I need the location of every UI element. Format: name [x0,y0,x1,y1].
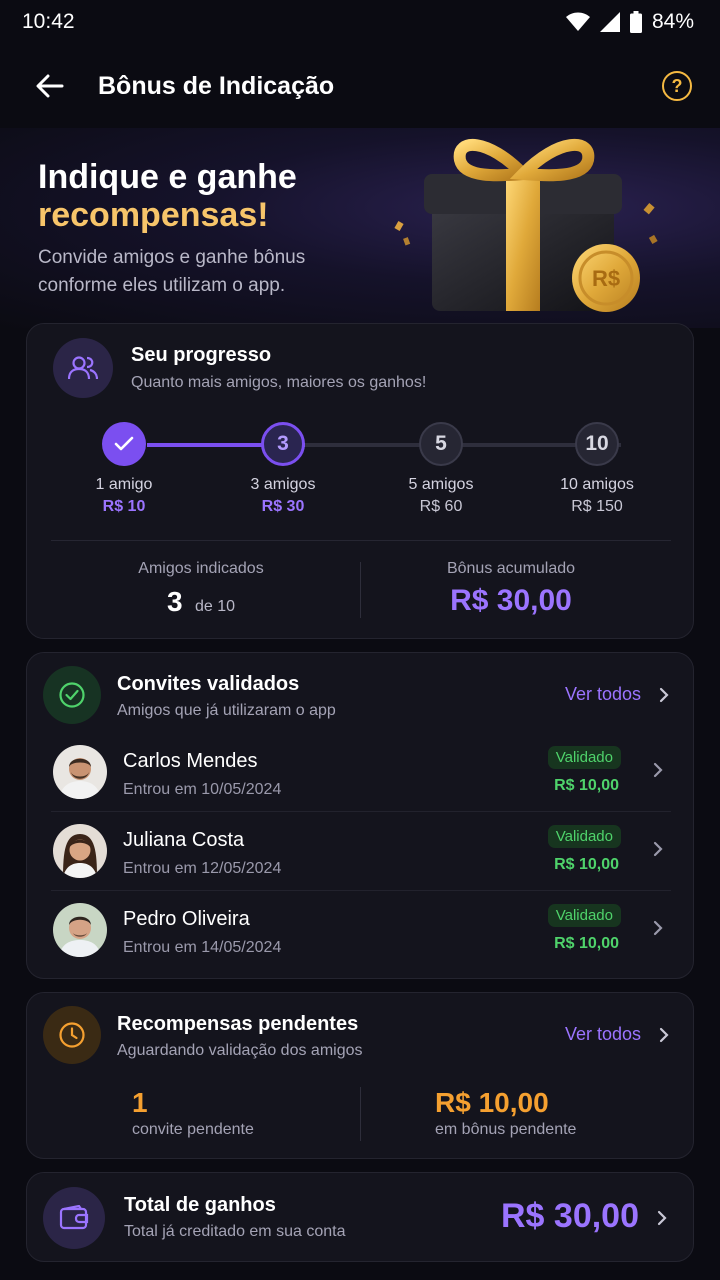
avatar [53,824,107,878]
status-time: 10:42 [22,10,75,33]
status-icons: 84% [565,10,694,34]
pending-amount-label: em bônus pendente [435,1121,577,1138]
avatar [53,903,107,957]
chevron-right-icon [653,762,663,778]
coin-label: R$ [592,266,620,291]
step-reward: R$ 10 [102,498,146,515]
step-node: 10 [575,422,619,466]
page-title: Bônus de Indicação [98,71,335,100]
validated-subtitle: Amigos que já utilizaram o app [117,702,336,719]
gift-box-illustration: R$ [394,138,658,312]
pending-title: Recompensas pendentes [117,1013,359,1035]
step-reward: R$ 60 [419,498,463,515]
bonus-value: R$ 30,00 [450,584,572,617]
total-subtitle: Total já creditado em sua conta [124,1223,346,1240]
battery-icon [629,11,642,33]
friend-reward: R$ 10,00 [554,935,619,952]
step-3: 5 5 amigos R$ 60 [371,422,511,516]
progress-divider [51,540,671,541]
pending-count: 1 [132,1087,148,1118]
step-label: 3 amigos [250,476,316,493]
status-bar: 10:42 84% [0,0,720,44]
users-icon [68,356,98,380]
friends-count: 3 [166,586,183,617]
status-badge: Validado [547,746,621,769]
wifi-icon [565,12,590,31]
chevron-right-icon [653,841,663,857]
see-all-label: Ver todos [564,1024,641,1044]
validated-icon-circle [43,666,101,724]
progress-card: Seu progresso Quanto mais amigos, maiore… [26,323,694,639]
app-bar: Bônus de Indicação ? [0,44,720,128]
total-earnings-card[interactable]: Total de ganhos Total já creditado em su… [26,1172,694,1262]
friend-row[interactable]: Pedro Oliveira Entrou em 14/05/2024 Vali… [51,891,671,970]
clock-icon [59,1022,85,1048]
step-node: 5 [419,422,463,466]
pending-count-label: convite pendente [132,1121,254,1138]
step-1: 1 amigo R$ 10 [54,422,194,516]
friend-name: Carlos Mendes [123,750,258,772]
help-button[interactable]: ? [662,71,692,101]
progress-title: Seu progresso [131,344,272,366]
pending-subtitle: Aguardando validação dos amigos [117,1042,363,1059]
chevron-right-icon [657,1210,667,1226]
step-2: 3 3 amigos R$ 30 [213,422,353,516]
step-label: 1 amigo [95,476,153,493]
validated-title: Convites validados [117,673,300,695]
avatar [53,745,107,799]
friend-join-date: Entrou em 10/05/2024 [123,781,282,798]
hero-title-line2: recompensas! [38,196,269,234]
question-icon: ? [671,75,683,96]
bonus-label: Bônus acumulado [446,560,576,577]
signal-icon [599,12,620,32]
total-title: Total de ganhos [124,1194,276,1216]
status-badge: Validado [547,904,621,927]
pending-divider [360,1087,361,1141]
see-all-label: Ver todos [564,684,641,704]
validated-see-all-link[interactable]: Ver todos [565,684,669,705]
step-reward: R$ 150 [571,498,623,515]
hero-subtitle: Convide amigos e ganhe bônus conforme el… [38,247,306,296]
total-amount: R$ 30,00 [501,1197,639,1235]
chevron-right-icon [659,687,669,702]
arrow-left-icon [36,74,64,98]
friend-name: Pedro Oliveira [123,908,250,930]
friends-total: de 10 [194,598,236,615]
progress-subtitle: Quanto mais amigos, maiores os ganhos! [131,374,427,391]
pending-see-all-link[interactable]: Ver todos [565,1024,669,1045]
friends-label: Amigos indicados [138,560,264,577]
back-button[interactable] [32,68,68,104]
friend-row[interactable]: Juliana Costa Entrou em 12/05/2024 Valid… [51,812,671,891]
hero-banner: Indique e ganhe recompensas! Convide ami… [0,128,720,328]
friend-join-date: Entrou em 14/05/2024 [123,939,282,956]
friend-join-date: Entrou em 12/05/2024 [123,860,282,877]
validated-invites-card: Convites validados Amigos que já utiliza… [26,652,694,979]
hero-title: Indique e ganhe recompensas! [38,158,297,234]
battery-percent: 84% [651,10,694,33]
step-node-done [102,422,146,466]
progress-icon-circle [53,338,113,398]
check-icon [114,436,134,451]
step-label: 5 amigos [408,476,474,493]
wallet-icon-circle [43,1187,105,1249]
friends-count-row: 3 de 10 [51,586,351,618]
friend-row[interactable]: Carlos Mendes Entrou em 10/05/2024 Valid… [51,733,671,812]
chevron-right-icon [659,1027,669,1042]
pending-amount: R$ 10,00 [435,1087,549,1118]
step-reward: R$ 30 [261,498,305,515]
pending-rewards-card: Recompensas pendentes Aguardando validaç… [26,992,694,1159]
wallet-icon [59,1205,89,1230]
progress-steps: 1 amigo R$ 10 3 3 amigos R$ 30 5 5 amigo… [77,422,647,522]
step-4: 10 10 amigos R$ 150 [527,422,667,516]
check-circle-icon [59,682,85,708]
hero-title-line1: Indique e ganhe [38,158,297,196]
pending-icon-circle [43,1006,101,1064]
step-label: 10 amigos [560,476,634,493]
friend-name: Juliana Costa [123,829,245,851]
friend-reward: R$ 10,00 [554,856,619,873]
step-node-current: 3 [261,422,305,466]
friend-reward: R$ 10,00 [554,777,619,794]
chevron-right-icon [653,920,663,936]
status-badge: Validado [547,825,621,848]
